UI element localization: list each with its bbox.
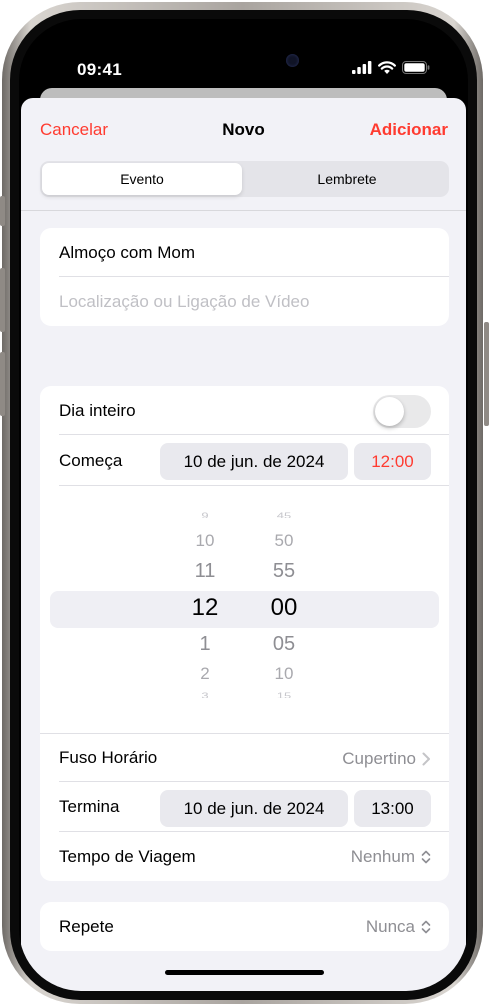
camera-icon: [286, 54, 299, 67]
end-time-button[interactable]: 13:00: [354, 790, 431, 827]
end-label: Termina: [59, 797, 120, 816]
volume-up-button: [0, 268, 5, 332]
segment-reminder[interactable]: Lembrete: [247, 163, 447, 195]
status-bar: 09:41: [19, 19, 468, 89]
picker-minute: 10: [274, 664, 294, 683]
add-button[interactable]: Adicionar: [370, 120, 448, 140]
travel-time-row[interactable]: Tempo de Viagem Nenhum: [40, 832, 449, 881]
new-event-sheet: Cancelar Novo Adicionar Evento Lembrete …: [21, 98, 466, 991]
navigation-bar: Cancelar Novo Adicionar: [21, 98, 466, 154]
status-time: 09:41: [77, 60, 122, 79]
repeat-row[interactable]: Repete Nunca: [40, 902, 449, 951]
repeat-card: Repete Nunca: [40, 902, 449, 951]
end-date-button[interactable]: 10 de jun. de 2024: [160, 790, 348, 827]
picker-minute: 15: [276, 692, 292, 698]
side-button: [484, 322, 489, 426]
time-picker[interactable]: 9 10 11 12 1 2 3 45 50 55 00 05 10 15: [40, 486, 449, 733]
location-field[interactable]: Localização ou Ligação de Vídeo: [40, 277, 449, 326]
start-row: Começa 10 de jun. de 2024 12:00: [40, 435, 449, 486]
timezone-value-group: Cupertino: [342, 734, 431, 783]
chevron-up-down-icon: [421, 850, 431, 863]
start-time-button[interactable]: 12:00: [354, 443, 431, 480]
travel-time-value: Nenhum: [350, 846, 415, 866]
picker-hour-selected: 12: [191, 594, 219, 621]
segmented-control: Evento Lembrete: [40, 161, 449, 197]
segment-event[interactable]: Evento: [42, 163, 242, 195]
volume-down-button: [0, 352, 5, 416]
home-indicator: [165, 970, 324, 975]
picker-hour: 11: [194, 560, 216, 582]
battery-icon: [402, 61, 430, 74]
picker-minute: 55: [272, 560, 296, 582]
picker-hour: 9: [201, 512, 209, 518]
chevron-up-down-icon: [421, 920, 431, 933]
picker-minute: 05: [272, 633, 296, 655]
picker-minute-selected: 00: [270, 594, 298, 621]
title-field[interactable]: Almoço com Mom: [40, 228, 449, 277]
timezone-value: Cupertino: [342, 748, 416, 768]
picker-hour: 3: [201, 692, 209, 698]
end-row: Termina 10 de jun. de 2024 13:00: [40, 782, 449, 832]
title-location-card: Almoço com Mom Localização ou Ligação de…: [40, 228, 449, 326]
all-day-toggle[interactable]: [373, 395, 431, 428]
wifi-icon: [378, 61, 396, 74]
status-icons: [352, 61, 430, 74]
date-time-card: Dia inteiro Começa 10 de jun. de 2024 12…: [40, 386, 449, 881]
picker-hour: 1: [199, 633, 211, 655]
picker-hour: 2: [200, 664, 210, 683]
picker-selection-band: [50, 591, 439, 628]
chevron-right-icon: [422, 752, 430, 765]
timezone-label: Fuso Horário: [59, 748, 158, 767]
picker-minute: 50: [274, 531, 294, 550]
picker-minute: 45: [276, 512, 292, 518]
travel-time-value-group: Nenhum: [351, 832, 431, 881]
action-button: [0, 196, 5, 226]
picker-hour: 10: [195, 531, 215, 550]
all-day-row: Dia inteiro: [40, 386, 449, 435]
toggle-knob: [375, 397, 404, 426]
travel-time-label: Tempo de Viagem: [59, 846, 196, 866]
start-date-button[interactable]: 10 de jun. de 2024: [160, 443, 348, 480]
header-divider: [21, 210, 466, 211]
start-label: Começa: [59, 450, 123, 470]
timezone-row[interactable]: Fuso Horário Cupertino: [40, 733, 449, 782]
all-day-label: Dia inteiro: [59, 400, 136, 420]
cellular-signal-icon: [352, 61, 372, 74]
repeat-value-group: Nunca: [366, 902, 431, 951]
screen: 09:41 Cancelar Novo Adicionar Evento Lem…: [19, 19, 468, 991]
title-field-value: Almoço com Mom: [59, 242, 196, 262]
repeat-label: Repete: [59, 916, 114, 936]
repeat-value: Nunca: [365, 916, 415, 936]
location-placeholder: Localização ou Ligação de Vídeo: [59, 291, 310, 311]
